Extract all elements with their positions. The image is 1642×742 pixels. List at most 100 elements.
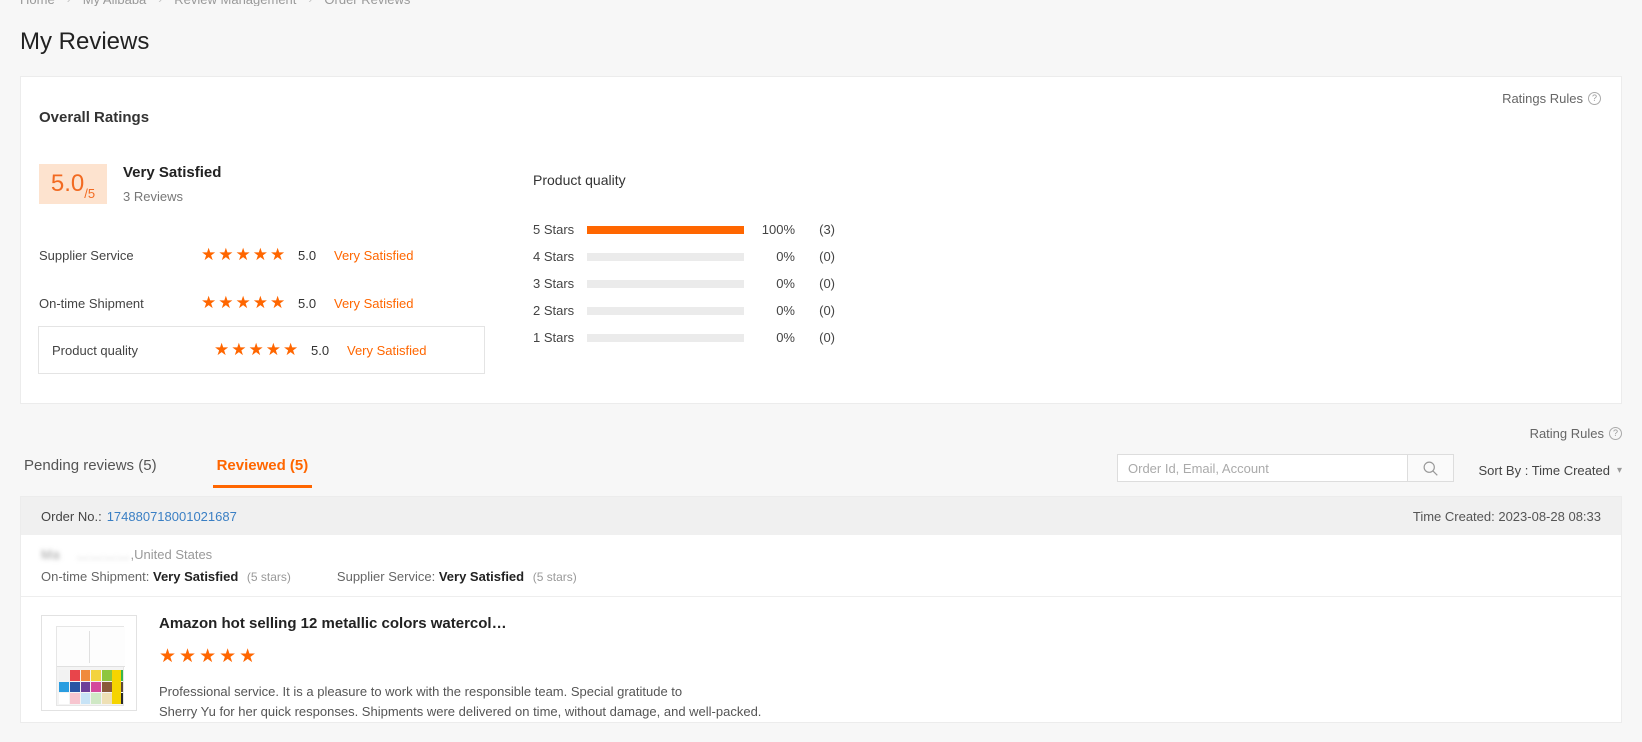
chart-row: 4 Stars 0% (0) (533, 243, 835, 270)
search-button[interactable] (1408, 454, 1454, 482)
supplier-service-value: Very Satisfied (438, 569, 525, 584)
review-text-line-2: Sherry Yu for her quick responses. Shipm… (159, 704, 762, 719)
order-header: Order No.: 174880718001021687 Time Creat… (21, 497, 1621, 535)
chart-bar-track (587, 333, 744, 342)
palette-swatch (80, 681, 91, 693)
palette-yellow-strip (112, 670, 121, 704)
breadcrumb-item-review-management[interactable]: Review Management (174, 0, 296, 6)
palette-illustration (56, 626, 125, 706)
metric-stars-icon: ★★★★★ (201, 245, 288, 264)
order-no-link[interactable]: 174880718001021687 (107, 509, 237, 524)
chevron-down-icon: ▾ (1616, 465, 1622, 476)
metric-row: Supplier Service ★★★★★ 5.0 Very Satisfie… (39, 231, 501, 279)
product-title[interactable]: Amazon hot selling 12 metallic colors wa… (159, 615, 761, 633)
chart-count-label: (3) (819, 222, 835, 237)
metric-stars-icon: ★★★★★ (201, 293, 288, 312)
metric-word: Very Satisfied (334, 295, 414, 311)
chart-percent-label: 0% (776, 303, 795, 318)
metric-name-on-time-shipment: On-time Shipment (39, 295, 144, 311)
chart-count-label: (0) (819, 249, 835, 264)
palette-swatch (69, 693, 80, 704)
help-question-icon[interactable]: ? (1588, 92, 1601, 105)
chart-bar-track (587, 279, 744, 288)
palette-swatch (102, 693, 113, 704)
overall-review-count: 3 Reviews (123, 189, 183, 204)
supplier-service-rating: Supplier Service: Very Satisfied (5 star… (337, 569, 577, 584)
breadcrumb-item-order-reviews[interactable]: Order Reviews (324, 0, 410, 6)
order-no-label: Order No.: (41, 508, 102, 524)
chart-row: 2 Stars 0% (0) (533, 297, 835, 324)
breadcrumb-item-home[interactable]: Home (20, 0, 55, 6)
metric-word: Very Satisfied (347, 342, 427, 358)
overall-ratings-body: 5.0 /5 Very Satisfied 3 Reviews Supplier… (21, 164, 1621, 374)
metric-score: 5.0 (298, 247, 317, 263)
reviews-toolbar: Rating Rules ? Pending reviews (5) Revie… (20, 426, 1622, 488)
search-icon (1423, 461, 1438, 476)
on-time-shipment-value: Very Satisfied (153, 569, 239, 584)
tab-reviewed[interactable]: Reviewed (5) (212, 457, 313, 488)
metric-score: 5.0 (311, 342, 330, 358)
overall-score-value: 5.0 (50, 170, 85, 197)
metric-row: On-time Shipment ★★★★★ 5.0 Very Satisfie… (39, 279, 501, 327)
breadcrumb-item-my-alibaba[interactable]: My Alibaba (83, 0, 147, 6)
order-time-created: Time Created: 2023-08-28 08:33 (1412, 508, 1601, 524)
review-item: Amazon hot selling 12 metallic colors wa… (21, 597, 1621, 722)
palette-swatch (59, 670, 69, 681)
chart-percent-label: 100% (761, 222, 795, 237)
metric-score: 5.0 (298, 295, 317, 311)
buyer-name-masked: Ma ………… (41, 547, 131, 562)
metric-word: Very Satisfied (334, 247, 414, 263)
chart-title: Product quality (533, 172, 626, 188)
breadcrumb-separator-icon: › (158, 0, 162, 6)
on-time-shipment-label: On-time Shipment: (41, 569, 150, 584)
ratings-rules-label: Ratings Rules (1502, 91, 1583, 106)
rating-rules-label: Rating Rules (1529, 426, 1604, 441)
chart-count-label: (0) (819, 303, 835, 318)
chart-category-label: 4 Stars (533, 249, 575, 264)
chart-bar-fill (587, 225, 744, 234)
palette-swatch (102, 681, 113, 693)
metric-list: Supplier Service ★★★★★ 5.0 Very Satisfie… (38, 231, 501, 374)
chart-percent-label: 0% (776, 249, 795, 264)
chart-category-label: 1 Stars (533, 330, 575, 345)
chart-count-label: (0) (819, 276, 835, 291)
palette-swatch (102, 670, 113, 681)
breadcrumb-separator-icon: › (67, 0, 71, 6)
overall-ratings-card: Ratings Rules ? Overall Ratings 5.0 /5 V… (20, 76, 1622, 404)
order-ratings-line: On-time Shipment: Very Satisfied (5 star… (41, 569, 1601, 596)
review-text: Professional service. It is a pleasure t… (159, 682, 761, 722)
chart-bar-track (587, 306, 744, 315)
search-input[interactable] (1117, 454, 1408, 482)
overall-ratings-heading: Overall Ratings (39, 109, 150, 126)
metric-name-supplier-service: Supplier Service (39, 247, 134, 263)
chart-row: 5 Stars 100% (3) (533, 216, 835, 243)
ratings-rules-link[interactable]: Ratings Rules ? (1502, 91, 1601, 106)
on-time-shipment-rating: On-time Shipment: Very Satisfied (5 star… (41, 569, 291, 584)
palette-swatch (69, 681, 80, 693)
chart-category-label: 3 Stars (533, 276, 575, 291)
review-text-line-1: Professional service. It is a pleasure t… (159, 684, 683, 699)
overall-score-row: 5.0 /5 Very Satisfied 3 Reviews (39, 164, 501, 204)
palette-swatch (80, 670, 91, 681)
chart-row: 3 Stars 0% (0) (533, 270, 835, 297)
chart-category-label: 2 Stars (533, 303, 575, 318)
overall-score-label: Very Satisfied (123, 164, 222, 181)
breadcrumb: Home › My Alibaba › Review Management › … (0, 0, 1642, 6)
overall-score-badge: 5.0 /5 (39, 164, 107, 204)
chart-percent-label: 0% (776, 330, 795, 345)
chart-rows: 5 Stars 100% (3) 4 Stars 0% (0) 3 Stars 0% (0) 2 … (533, 216, 835, 351)
product-thumbnail[interactable] (41, 615, 137, 711)
on-time-shipment-stars-text: (5 stars) (246, 570, 291, 584)
overall-score-text: Very Satisfied 3 Reviews (123, 164, 221, 204)
chart-category-label: 5 Stars (533, 222, 575, 237)
review-content: Amazon hot selling 12 metallic colors wa… (137, 615, 761, 722)
tab-pending-reviews[interactable]: Pending reviews (5) (20, 457, 161, 488)
rating-rules-link[interactable]: Rating Rules ? (1530, 426, 1622, 441)
my-reviews-page: Home › My Alibaba › Review Management › … (0, 0, 1642, 723)
sort-by-label: Sort By : Time Created (1478, 463, 1610, 478)
help-question-icon[interactable]: ? (1609, 427, 1622, 440)
buyer-line: Ma …………,United States (41, 545, 1601, 565)
chart-count-label: (0) (819, 330, 835, 345)
sort-by-dropdown[interactable]: Sort By : Time Created ▾ (1478, 463, 1622, 478)
chart-bar-track (587, 252, 744, 261)
